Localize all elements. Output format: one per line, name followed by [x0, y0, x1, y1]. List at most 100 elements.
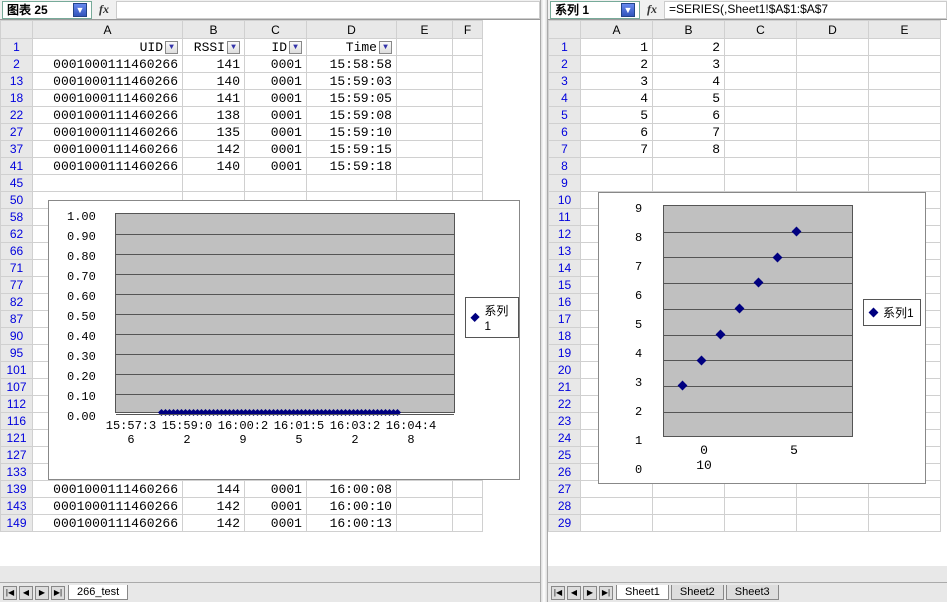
col-header[interactable]: A [581, 21, 653, 39]
right-grid[interactable]: ABCDE11222333444555666777889101112131415… [548, 20, 947, 580]
row-header[interactable]: 28 [549, 498, 581, 515]
col-header[interactable]: D [797, 21, 869, 39]
cell[interactable]: 8 [653, 141, 725, 158]
row-header[interactable]: 10 [549, 192, 581, 209]
col-header[interactable]: C [245, 21, 307, 39]
row-header[interactable]: 133 [1, 464, 33, 481]
row-header[interactable]: 18 [549, 328, 581, 345]
row-header[interactable]: 18 [1, 90, 33, 107]
cell[interactable]: 0001 [245, 124, 307, 141]
header-cell[interactable]: Time▼ [307, 39, 397, 56]
chart-point[interactable] [678, 381, 688, 391]
cell[interactable]: 2 [581, 56, 653, 73]
row-header[interactable]: 112 [1, 396, 33, 413]
tab-nav-first-icon[interactable]: |◀ [551, 586, 565, 600]
sheet-tab-266-test[interactable]: 266_test [68, 585, 128, 600]
cell[interactable]: 0001 [245, 158, 307, 175]
row-header[interactable]: 77 [1, 277, 33, 294]
cell[interactable]: 138 [183, 107, 245, 124]
row-header[interactable]: 107 [1, 379, 33, 396]
filter-icon[interactable]: ▼ [289, 41, 302, 54]
row-header[interactable]: 71 [1, 260, 33, 277]
cell[interactable]: 0001000111460266 [33, 73, 183, 90]
cell[interactable]: 0001000111460266 [33, 141, 183, 158]
col-header[interactable]: E [869, 21, 941, 39]
chart-point[interactable] [716, 329, 726, 339]
row-header[interactable]: 37 [1, 141, 33, 158]
cell[interactable]: 0001 [245, 515, 307, 532]
row-header[interactable]: 149 [1, 515, 33, 532]
cell[interactable]: 15:59:18 [307, 158, 397, 175]
col-header[interactable]: B [183, 21, 245, 39]
cell[interactable]: 141 [183, 56, 245, 73]
tab-nav-last-icon[interactable]: ▶| [51, 586, 65, 600]
cell[interactable]: 15:59:08 [307, 107, 397, 124]
row-header[interactable]: 101 [1, 362, 33, 379]
row-header[interactable]: 13 [1, 73, 33, 90]
row-header[interactable]: 139 [1, 481, 33, 498]
pane-divider[interactable] [540, 0, 548, 602]
row-header[interactable]: 3 [549, 73, 581, 90]
filter-icon[interactable]: ▼ [379, 41, 392, 54]
row-header[interactable]: 6 [549, 124, 581, 141]
row-header[interactable]: 24 [549, 430, 581, 447]
cell[interactable]: 5 [581, 107, 653, 124]
row-header[interactable]: 66 [1, 243, 33, 260]
cell[interactable]: 0001000111460266 [33, 515, 183, 532]
cell[interactable]: 142 [183, 141, 245, 158]
chart-point[interactable] [697, 355, 707, 365]
row-header[interactable]: 21 [549, 379, 581, 396]
name-box-dropdown-icon[interactable]: ▼ [73, 3, 87, 17]
row-header[interactable]: 25 [549, 447, 581, 464]
fx-icon[interactable]: fx [92, 2, 116, 17]
right-chart[interactable]: 9876543210 系列1 0510 [598, 192, 926, 484]
row-header[interactable]: 8 [549, 158, 581, 175]
tab-nav-next-icon[interactable]: ▶ [35, 586, 49, 600]
cell[interactable]: 16:00:08 [307, 481, 397, 498]
row-header[interactable]: 45 [1, 175, 33, 192]
row-header[interactable]: 22 [549, 396, 581, 413]
sheet-tab-sheet1[interactable]: Sheet1 [616, 585, 669, 600]
cell[interactable]: 0001000111460266 [33, 158, 183, 175]
filter-icon[interactable]: ▼ [227, 41, 240, 54]
row-header[interactable]: 16 [549, 294, 581, 311]
cell[interactable]: 15:59:15 [307, 141, 397, 158]
cell[interactable]: 16:00:13 [307, 515, 397, 532]
col-header[interactable]: A [33, 21, 183, 39]
cell[interactable]: 141 [183, 90, 245, 107]
cell[interactable]: 0001000111460266 [33, 56, 183, 73]
row-header[interactable]: 127 [1, 447, 33, 464]
row-header[interactable]: 26 [549, 464, 581, 481]
cell[interactable]: 0001000111460266 [33, 498, 183, 515]
cell[interactable]: 0001 [245, 481, 307, 498]
left-hscroll[interactable] [0, 566, 540, 582]
row-header[interactable]: 1 [1, 39, 33, 56]
row-header[interactable]: 20 [549, 362, 581, 379]
tab-nav-last-icon[interactable]: ▶| [599, 586, 613, 600]
name-box-dropdown-icon[interactable]: ▼ [621, 3, 635, 17]
row-header[interactable]: 5 [549, 107, 581, 124]
sheet-tab-sheet3[interactable]: Sheet3 [726, 585, 779, 600]
cell[interactable]: 7 [653, 124, 725, 141]
row-header[interactable]: 62 [1, 226, 33, 243]
cell[interactable]: 0001000111460266 [33, 124, 183, 141]
row-header[interactable]: 50 [1, 192, 33, 209]
cell[interactable]: 3 [653, 56, 725, 73]
cell[interactable]: 0001 [245, 73, 307, 90]
row-header[interactable]: 13 [549, 243, 581, 260]
header-cell[interactable]: RSSI▼ [183, 39, 245, 56]
row-header[interactable]: 95 [1, 345, 33, 362]
row-header[interactable]: 27 [1, 124, 33, 141]
cell[interactable]: 4 [581, 90, 653, 107]
cell[interactable]: 135 [183, 124, 245, 141]
chart-point[interactable] [754, 278, 764, 288]
row-header[interactable]: 4 [549, 90, 581, 107]
row-header[interactable]: 87 [1, 311, 33, 328]
cell[interactable]: 7 [581, 141, 653, 158]
cell[interactable]: 0001000111460266 [33, 107, 183, 124]
row-header[interactable]: 9 [549, 175, 581, 192]
col-header[interactable]: C [725, 21, 797, 39]
row-header[interactable]: 14 [549, 260, 581, 277]
row-header[interactable]: 82 [1, 294, 33, 311]
row-header[interactable]: 58 [1, 209, 33, 226]
